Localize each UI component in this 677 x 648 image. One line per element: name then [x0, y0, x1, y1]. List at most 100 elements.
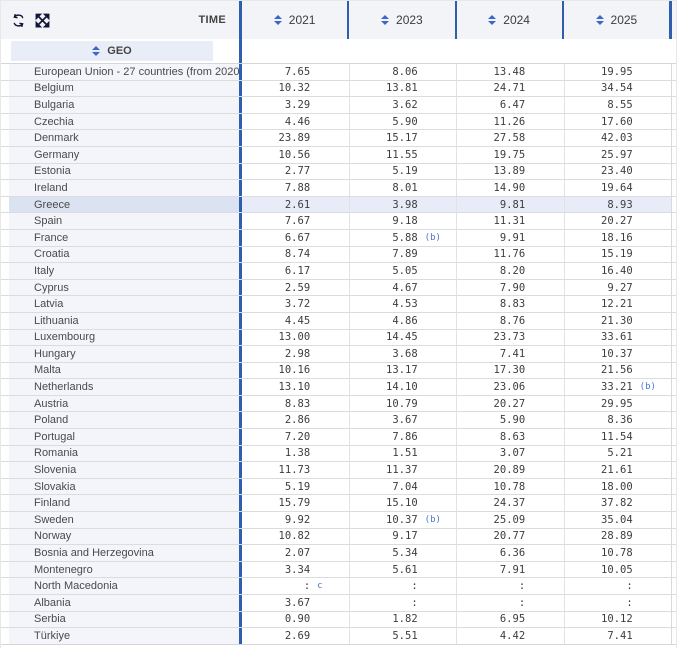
year-header-row: 2021202320242025 [239, 1, 672, 39]
year-sort-header-2023[interactable]: 2023 [347, 1, 454, 39]
sort-icon [596, 15, 604, 25]
value-cell: 7.89 [350, 247, 458, 263]
geo-cell[interactable]: Greece [9, 197, 239, 213]
cell-value: 3.98 [350, 199, 418, 211]
value-cell: 8.55 [565, 97, 673, 113]
geo-cell[interactable]: Portugal [9, 429, 239, 445]
value-cell: 10.05 [565, 562, 673, 578]
geo-cell[interactable]: Serbia [9, 612, 239, 628]
value-cell: 5.05 [350, 263, 458, 279]
cell-value: 23.89 [242, 132, 310, 144]
cell-value: 2.69 [242, 630, 310, 642]
geo-cell[interactable]: Austria [9, 396, 239, 412]
geo-cell[interactable]: Poland [9, 412, 239, 428]
geo-sort-header[interactable]: GEO [11, 41, 213, 61]
value-cell: 25.09 [457, 512, 565, 528]
geo-cell[interactable]: France [9, 230, 239, 246]
geo-cell[interactable]: Latvia [9, 296, 239, 312]
cell-value: : [565, 580, 633, 592]
cell-value: 10.16 [242, 364, 310, 376]
value-cell: 19.75 [457, 147, 565, 163]
table-row: Latvia3.724.538.8312.21 [1, 295, 676, 312]
value-cell: 9.81 [457, 197, 565, 213]
cell-value: 12.21 [565, 298, 633, 310]
cell-value: 19.95 [565, 66, 633, 78]
geo-cell[interactable]: Estonia [9, 164, 239, 180]
cell-value: 42.03 [565, 132, 633, 144]
expand-icon[interactable] [35, 13, 50, 28]
cell-value: 8.06 [350, 66, 418, 78]
geo-cell[interactable]: Finland [9, 495, 239, 511]
geo-cell[interactable]: Sweden [9, 512, 239, 528]
geo-cell[interactable]: Lithuania [9, 313, 239, 329]
year-sort-header-2025[interactable]: 2025 [562, 1, 672, 39]
cell-value: 6.36 [457, 547, 525, 559]
cell-value: 10.05 [565, 564, 633, 576]
geo-cell[interactable]: Bosnia and Herzegovina [9, 545, 239, 561]
value-cell: 4.86 [350, 313, 458, 329]
geo-cell[interactable]: Luxembourg [9, 330, 239, 346]
value-cell: 3.67 [350, 412, 458, 428]
year-sort-header-2024[interactable]: 2024 [455, 1, 562, 39]
geo-cell[interactable]: Bulgaria [9, 97, 239, 113]
value-cell: 4.46 [242, 114, 350, 130]
geo-cell[interactable]: North Macedonia [9, 578, 239, 594]
value-cell: 24.71 [457, 81, 565, 97]
value-cell: 2.59 [242, 280, 350, 296]
value-cell: :c [242, 578, 350, 594]
geo-cell[interactable]: Spain [9, 213, 239, 229]
geo-cell[interactable]: European Union - 27 countries (from 2020… [9, 64, 239, 80]
sort-icon [92, 46, 100, 56]
cell-value: 5.88 [350, 232, 418, 244]
cell-value: 4.67 [350, 282, 418, 294]
value-cell: 19.95 [565, 64, 673, 80]
geo-cell[interactable]: Montenegro [9, 562, 239, 578]
cell-value: 9.18 [350, 215, 418, 227]
value-cell: 23.89 [242, 130, 350, 146]
cell-value: 34.54 [565, 82, 633, 94]
geo-cell[interactable]: Slovakia [9, 479, 239, 495]
cell-value: 5.19 [350, 165, 418, 177]
geo-cell[interactable]: Cyprus [9, 280, 239, 296]
value-cell: 8.01 [350, 180, 458, 196]
geo-cell[interactable]: Czechia [9, 114, 239, 130]
cell-value: 2.61 [242, 199, 310, 211]
geo-cell[interactable]: Slovenia [9, 462, 239, 478]
swap-axes-icon[interactable] [11, 13, 26, 28]
table-row: Austria8.8310.7920.2729.95 [1, 395, 676, 412]
geo-cell[interactable]: Belgium [9, 81, 239, 97]
geo-cell[interactable]: Malta [9, 363, 239, 379]
value-cell: 15.10 [350, 495, 458, 511]
cell-value: 17.30 [457, 364, 525, 376]
geo-cell[interactable]: Hungary [9, 346, 239, 362]
value-cell: 7.90 [457, 280, 565, 296]
table-row: Albania3.67::: [1, 594, 676, 611]
value-cell: 13.48 [457, 64, 565, 80]
geo-cell[interactable]: Italy [9, 263, 239, 279]
table-row: Bosnia and Herzegovina2.075.346.3610.78 [1, 544, 676, 561]
geo-cell[interactable]: Croatia [9, 247, 239, 263]
value-cell: 4.45 [242, 313, 350, 329]
geo-cell[interactable]: Germany [9, 147, 239, 163]
cell-value: 9.17 [350, 530, 418, 542]
cell-value: 6.17 [242, 265, 310, 277]
geo-cell[interactable]: Ireland [9, 180, 239, 196]
value-cell: 1.38 [242, 446, 350, 462]
year-sort-header-2021[interactable]: 2021 [239, 1, 347, 39]
value-cell: 3.29 [242, 97, 350, 113]
geo-cell[interactable]: Norway [9, 529, 239, 545]
geo-cell[interactable]: Netherlands [9, 379, 239, 395]
geo-cell[interactable]: Denmark [9, 130, 239, 146]
value-cell: 10.78 [457, 479, 565, 495]
table-row: North Macedonia:c::: [1, 577, 676, 594]
value-cell: 1.51 [350, 446, 458, 462]
value-cell: 5.90 [457, 412, 565, 428]
geo-cell[interactable]: Albania [9, 595, 239, 611]
geo-cell[interactable]: Romania [9, 446, 239, 462]
geo-cell[interactable]: Türkiye [9, 628, 239, 644]
table-row: Slovakia5.197.0410.7818.00 [1, 478, 676, 495]
value-cell: 2.69 [242, 628, 350, 644]
cell-value: 20.89 [457, 464, 525, 476]
value-cell: 5.61 [350, 562, 458, 578]
cell-value: 10.37 [565, 348, 633, 360]
